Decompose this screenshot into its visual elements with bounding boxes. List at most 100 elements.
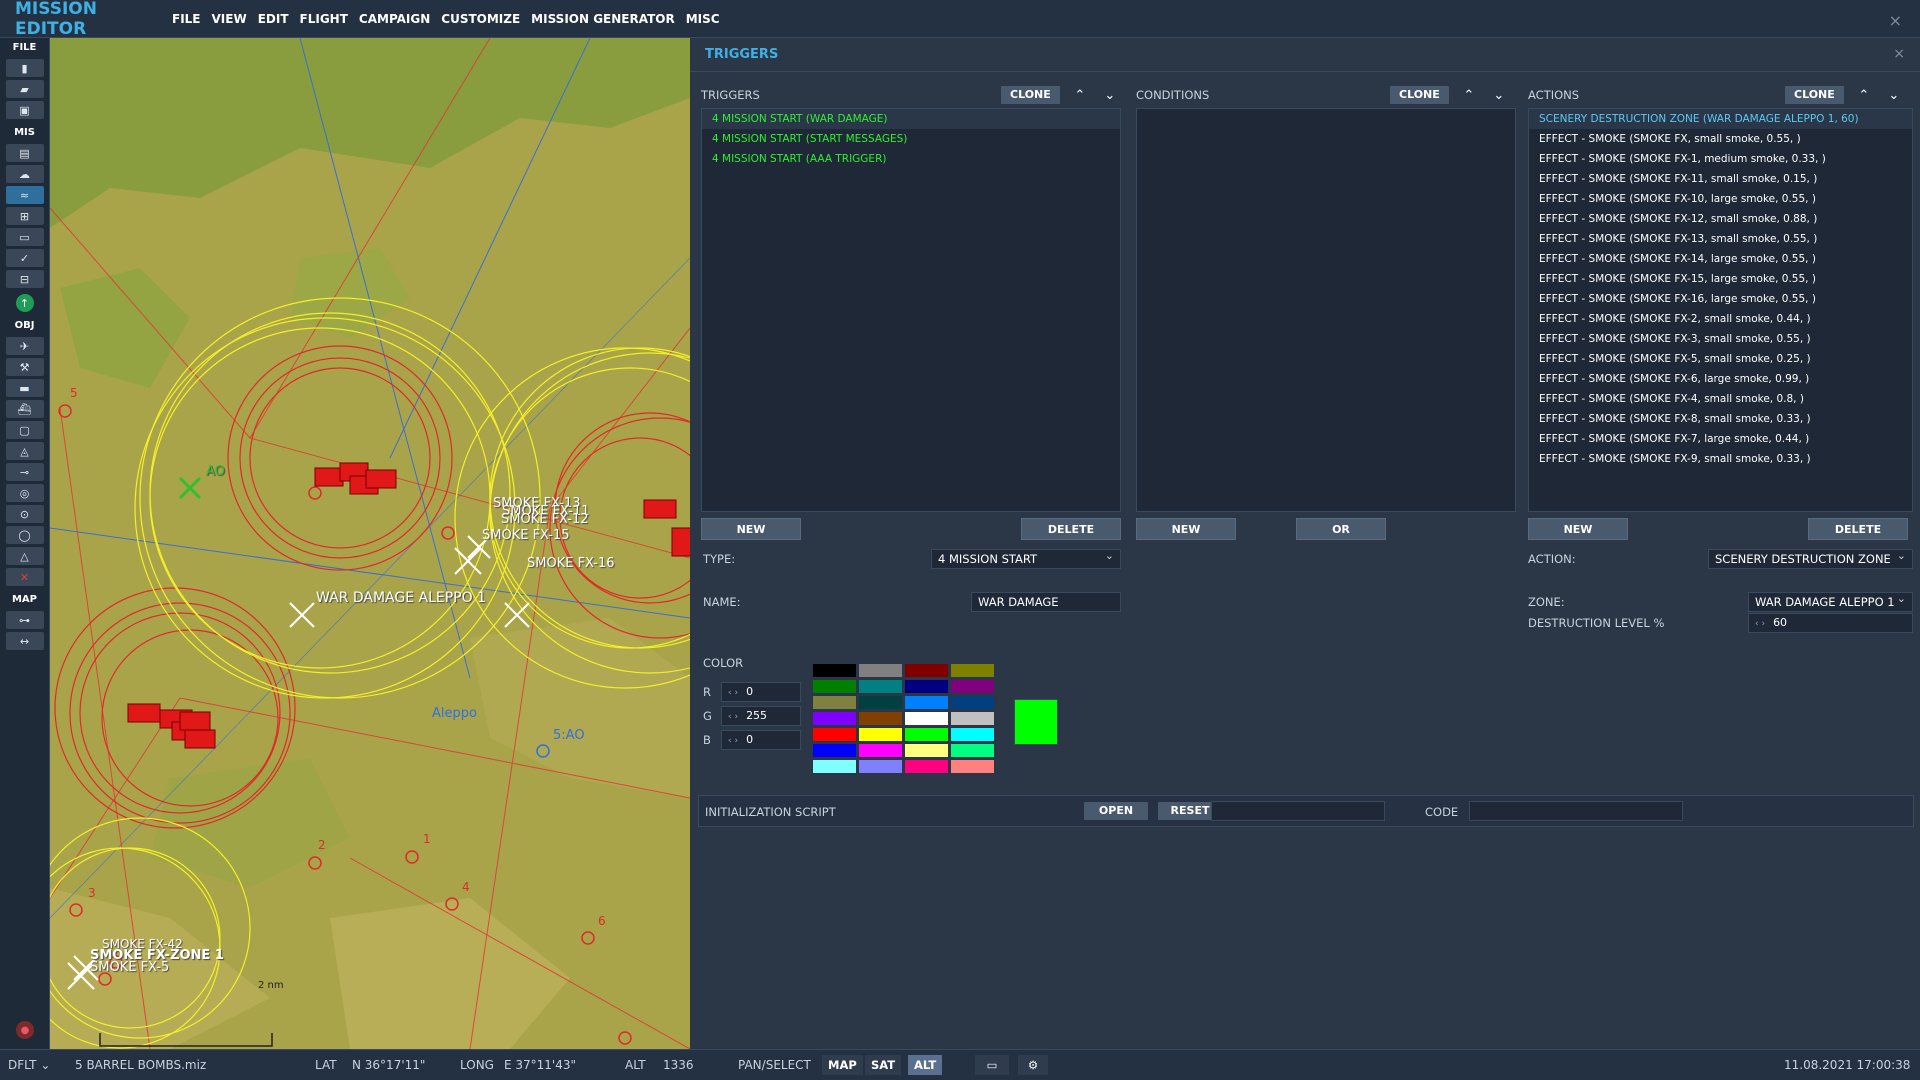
- triggers-new-button[interactable]: NEW: [701, 518, 801, 540]
- map-options-icon[interactable]: ⊶: [5, 611, 44, 629]
- open-file-icon[interactable]: ▰: [5, 80, 44, 98]
- sat-mode-button[interactable]: SAT: [865, 1055, 902, 1075]
- list-item[interactable]: EFFECT - SMOKE (SMOKE FX-9, small smoke,…: [1529, 449, 1912, 469]
- list-item[interactable]: 4 MISSION START (AAA TRIGGER): [702, 149, 1120, 169]
- menu-misc[interactable]: MISC: [686, 12, 720, 26]
- list-item[interactable]: EFFECT - SMOKE (SMOKE FX-14, large smoke…: [1529, 249, 1912, 269]
- alt-mode-button[interactable]: ALT: [908, 1055, 943, 1075]
- type-select[interactable]: 4 MISSION START: [931, 547, 1121, 569]
- conditions-or-button[interactable]: OR: [1296, 518, 1386, 540]
- list-item[interactable]: SCENERY DESTRUCTION ZONE (WAR DAMAGE ALE…: [1529, 109, 1912, 129]
- color-swatch[interactable]: [858, 679, 903, 694]
- route-planner-icon[interactable]: ⊟: [5, 270, 44, 288]
- ground-unit-icon[interactable]: ▬: [5, 379, 44, 397]
- color-swatch[interactable]: [904, 727, 949, 742]
- weather-icon[interactable]: ☁: [5, 165, 44, 183]
- actions-down-icon[interactable]: ⌄: [1884, 88, 1904, 103]
- color-swatch[interactable]: [950, 727, 995, 742]
- menu-mission-generator[interactable]: MISSION GENERATOR: [531, 12, 675, 26]
- trigger-zone-icon[interactable]: ⊸: [5, 463, 44, 481]
- save-file-icon[interactable]: ▣: [5, 101, 44, 119]
- list-item[interactable]: EFFECT - SMOKE (SMOKE FX-1, medium smoke…: [1529, 149, 1912, 169]
- color-swatch[interactable]: [858, 711, 903, 726]
- script-file-field[interactable]: [1211, 801, 1385, 821]
- record-icon[interactable]: ●: [16, 1021, 34, 1039]
- triggers-delete-button[interactable]: DELETE: [1021, 518, 1121, 540]
- stepper-arrows-icon[interactable]: ‹ ›: [728, 712, 738, 722]
- list-item[interactable]: EFFECT - SMOKE (SMOKE FX-16, large smoke…: [1529, 289, 1912, 309]
- conditions-new-button[interactable]: NEW: [1136, 518, 1236, 540]
- actions-up-icon[interactable]: ⌃: [1854, 88, 1874, 103]
- menu-customize[interactable]: CUSTOMIZE: [441, 12, 520, 26]
- list-item[interactable]: EFFECT - SMOKE (SMOKE FX-7, large smoke,…: [1529, 429, 1912, 449]
- airplane-icon[interactable]: ✈: [5, 337, 44, 355]
- triggers-clone-button[interactable]: CLONE: [1001, 86, 1060, 104]
- triggers-up-icon[interactable]: ⌃: [1070, 88, 1090, 103]
- menu-flight[interactable]: FLIGHT: [300, 12, 348, 26]
- ship-icon[interactable]: ⛴: [5, 400, 44, 418]
- color-swatch[interactable]: [904, 743, 949, 758]
- ruler-icon[interactable]: ↔: [5, 632, 44, 650]
- menu-campaign[interactable]: CAMPAIGN: [359, 12, 430, 26]
- color-swatch[interactable]: [812, 679, 857, 694]
- list-item[interactable]: EFFECT - SMOKE (SMOKE FX-10, large smoke…: [1529, 189, 1912, 209]
- color-swatch[interactable]: [858, 695, 903, 710]
- list-item[interactable]: EFFECT - SMOKE (SMOKE FX-15, large smoke…: [1529, 269, 1912, 289]
- list-item[interactable]: EFFECT - SMOKE (SMOKE FX-13, small smoke…: [1529, 229, 1912, 249]
- conditions-clone-button[interactable]: CLONE: [1390, 86, 1449, 104]
- color-swatch[interactable]: [950, 759, 995, 774]
- open-script-button[interactable]: OPEN: [1084, 802, 1148, 820]
- list-item[interactable]: EFFECT - SMOKE (SMOKE FX-6, large smoke,…: [1529, 369, 1912, 389]
- pan-select-mode[interactable]: PAN/SELECT: [738, 1058, 811, 1072]
- color-swatch[interactable]: [812, 759, 857, 774]
- list-item[interactable]: EFFECT - SMOKE (SMOKE FX-3, small smoke,…: [1529, 329, 1912, 349]
- triggers-down-icon[interactable]: ⌄: [1100, 88, 1120, 103]
- name-input[interactable]: WAR DAMAGE: [971, 592, 1121, 612]
- check-icon[interactable]: ✓: [5, 249, 44, 267]
- menu-file[interactable]: FILE: [172, 12, 201, 26]
- list-item[interactable]: 4 MISSION START (WAR DAMAGE): [702, 109, 1120, 129]
- list-item[interactable]: EFFECT - SMOKE (SMOKE FX-8, small smoke,…: [1529, 409, 1912, 429]
- color-swatch[interactable]: [812, 711, 857, 726]
- code-field[interactable]: [1469, 801, 1683, 821]
- options-icon[interactable]: ▭: [5, 228, 44, 246]
- weapon-target-icon[interactable]: ⊙: [5, 505, 44, 523]
- color-swatch[interactable]: [812, 695, 857, 710]
- destruction-level-stepper[interactable]: ‹ › 60: [1748, 613, 1913, 633]
- color-swatch[interactable]: [858, 743, 903, 758]
- conditions-down-icon[interactable]: ⌄: [1489, 88, 1509, 103]
- list-item[interactable]: EFFECT - SMOKE (SMOKE FX-2, small smoke,…: [1529, 309, 1912, 329]
- layers-icon[interactable]: ▭: [975, 1055, 1009, 1075]
- panel-close-icon[interactable]: ×: [1893, 46, 1905, 62]
- triggers-list[interactable]: 4 MISSION START (WAR DAMAGE) 4 MISSION S…: [701, 108, 1121, 512]
- color-swatch[interactable]: [812, 663, 857, 678]
- actions-list[interactable]: SCENERY DESTRUCTION ZONE (WAR DAMAGE ALE…: [1528, 108, 1913, 512]
- r-stepper[interactable]: ‹ › 0: [721, 682, 801, 702]
- stepper-arrows-icon[interactable]: ‹ ›: [728, 688, 738, 698]
- new-file-icon[interactable]: ▮: [5, 59, 44, 77]
- list-item[interactable]: EFFECT - SMOKE (SMOKE FX-4, small smoke,…: [1529, 389, 1912, 409]
- zone-select[interactable]: WAR DAMAGE ALEPPO 1: [1748, 590, 1913, 612]
- actions-clone-button[interactable]: CLONE: [1785, 86, 1844, 104]
- color-swatch[interactable]: [858, 759, 903, 774]
- color-swatch[interactable]: [812, 743, 857, 758]
- color-swatch[interactable]: [950, 743, 995, 758]
- goals-icon[interactable]: ⊞: [5, 207, 44, 225]
- triggers-icon[interactable]: ≈: [5, 186, 44, 204]
- color-swatch[interactable]: [812, 727, 857, 742]
- menu-edit[interactable]: EDIT: [258, 12, 289, 26]
- stepper-arrows-icon[interactable]: ‹ ›: [1755, 619, 1765, 629]
- list-item[interactable]: EFFECT - SMOKE (SMOKE FX, small smoke, 0…: [1529, 129, 1912, 149]
- color-swatch[interactable]: [904, 663, 949, 678]
- color-swatch[interactable]: [950, 695, 995, 710]
- color-swatch[interactable]: [950, 663, 995, 678]
- list-item[interactable]: EFFECT - SMOKE (SMOKE FX-11, small smoke…: [1529, 169, 1912, 189]
- airbase-icon[interactable]: ◯: [5, 526, 44, 544]
- stepper-arrows-icon[interactable]: ‹ ›: [728, 736, 738, 746]
- actions-delete-button[interactable]: DELETE: [1808, 518, 1908, 540]
- actions-new-button[interactable]: NEW: [1528, 518, 1628, 540]
- color-swatch[interactable]: [950, 711, 995, 726]
- menu-view[interactable]: VIEW: [212, 12, 247, 26]
- color-swatch[interactable]: [858, 663, 903, 678]
- sync-icon[interactable]: ↑: [15, 294, 34, 312]
